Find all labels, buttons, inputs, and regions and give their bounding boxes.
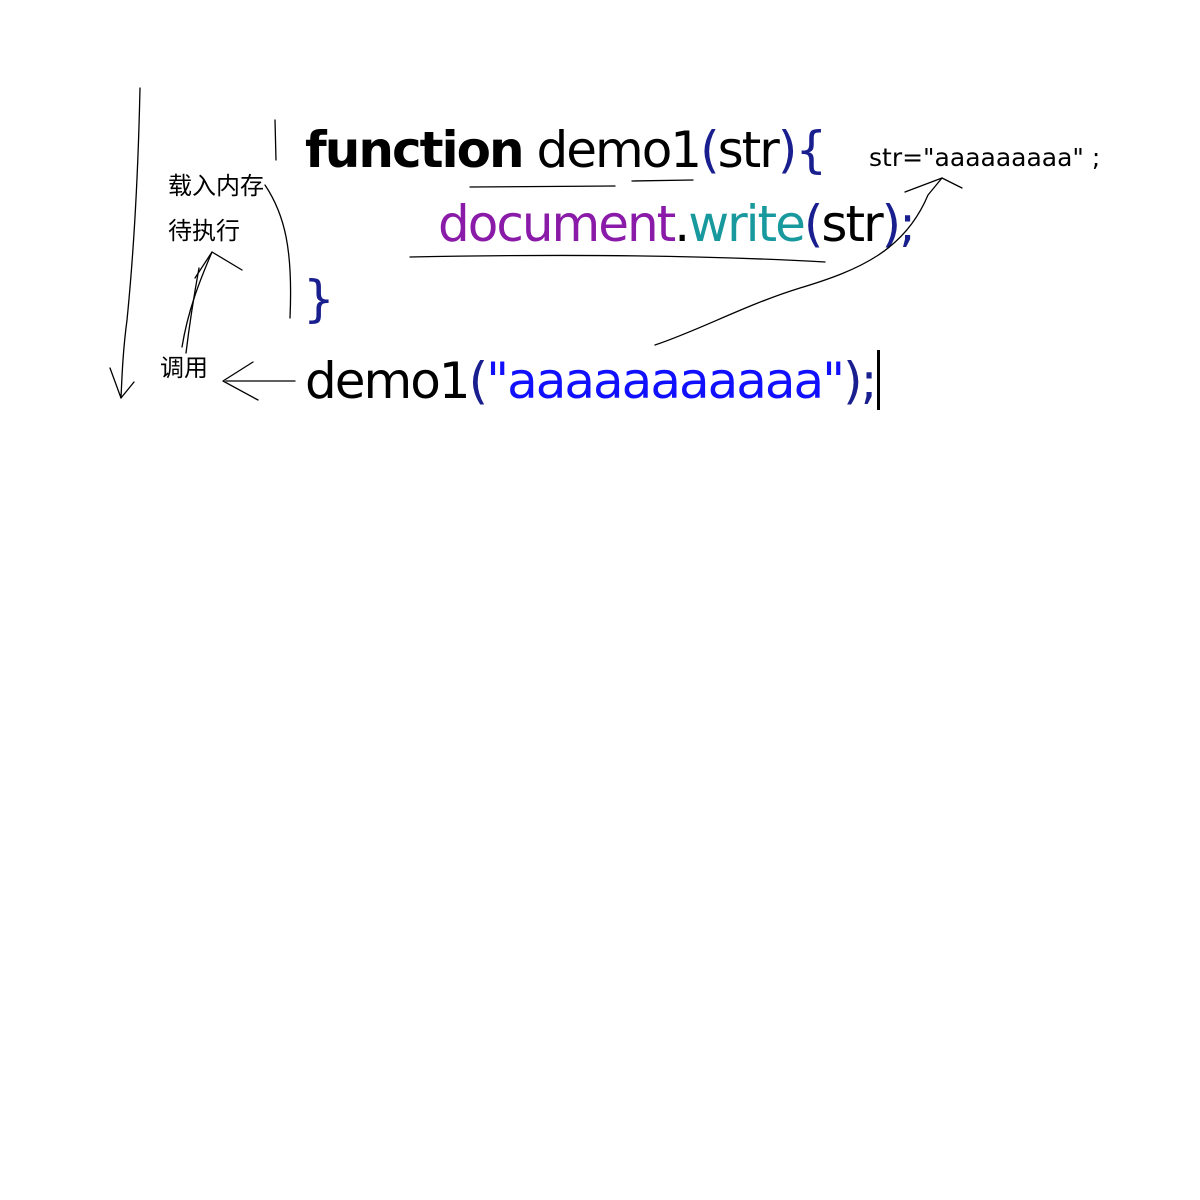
call-close-semicolon: );	[881, 195, 916, 253]
member-dot: .	[674, 195, 690, 253]
call-open-paren: (	[468, 352, 488, 410]
document-write-line: document.write(str);	[438, 199, 916, 249]
param-close-and-open-brace: ){	[777, 121, 827, 179]
function-parameter: str	[717, 121, 780, 179]
note-invoke: 调用	[160, 354, 208, 382]
left-flow-arrow-head	[109, 367, 135, 399]
note-wait-to-execute: 待执行	[168, 217, 240, 245]
call-function-name: demo1	[305, 352, 471, 410]
call-to-wait-arrow-line-second	[185, 267, 200, 354]
note-load-to-memory: 载入内存	[168, 172, 264, 200]
note-parameter-assignment: str="aaaaaaaaa" ;	[869, 143, 1101, 172]
call-to-wait-arrow-line	[181, 251, 213, 348]
document-object: document	[438, 195, 676, 253]
text-cursor	[876, 350, 880, 410]
param-open-paren: (	[700, 121, 719, 179]
function-close-line: }	[303, 274, 335, 324]
write-line-underline	[409, 254, 826, 263]
left-flow-arrow-line	[120, 87, 141, 399]
pass-argument-arrow-head	[904, 177, 963, 193]
function-call-line: demo1("aaaaaaaaaaa");	[305, 350, 880, 410]
annotated-code-canvas: function demo1(str){ document.write(str)…	[0, 0, 1200, 1200]
function-keyword: function	[305, 121, 525, 179]
function-name: demo1	[536, 121, 702, 179]
call-close-semicolon: );	[843, 352, 877, 410]
call-open-paren: (	[803, 195, 823, 253]
function-declaration-line: function demo1(str){	[305, 125, 827, 175]
code-bracket-curve	[264, 184, 292, 319]
invoke-arrow-head	[222, 361, 259, 401]
closing-brace: }	[303, 270, 335, 328]
param-underline	[631, 179, 694, 182]
code-bracket-left	[274, 119, 277, 161]
name-underline	[469, 185, 616, 188]
write-argument: str	[821, 195, 883, 253]
call-to-wait-arrow-head	[194, 251, 243, 279]
write-method: write	[688, 195, 806, 253]
string-argument: "aaaaaaaaaaa"	[486, 352, 845, 410]
